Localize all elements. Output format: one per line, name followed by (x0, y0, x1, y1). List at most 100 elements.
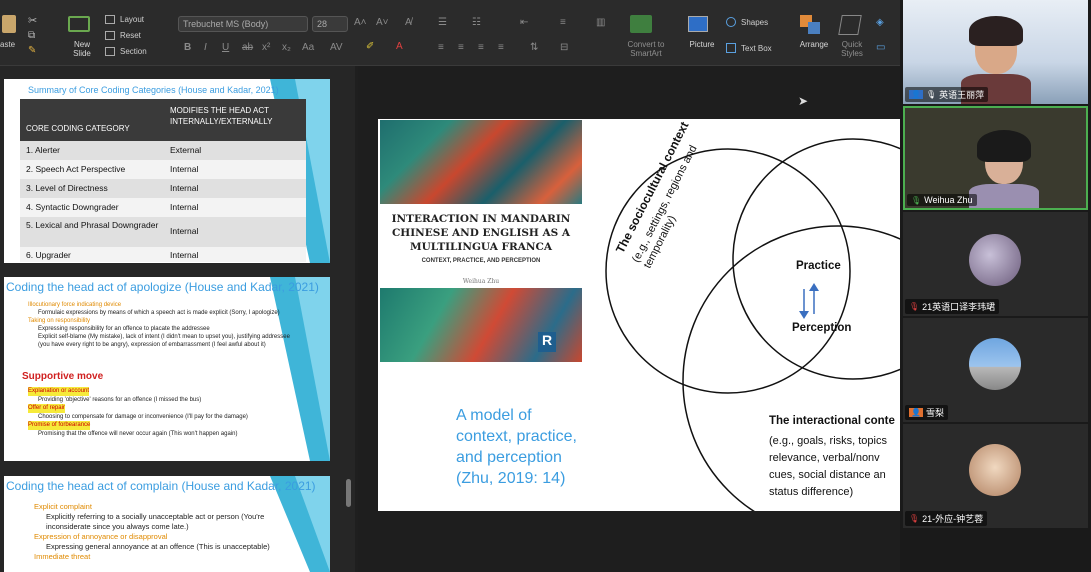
thumb3-body: Explicit complaint Explicitly referring … (34, 502, 284, 562)
participant-name-bar: 🎙 Weihua Zhu (907, 194, 977, 206)
smartart-icon[interactable] (630, 15, 652, 33)
subscript-icon[interactable]: x₂ (282, 42, 291, 53)
line-spacing-icon[interactable]: ≡ (560, 17, 566, 28)
superscript-icon[interactable]: x² (262, 42, 270, 53)
bullet-heading: Immediate threat (34, 552, 91, 561)
justify-icon[interactable]: ≡ (498, 42, 504, 53)
cut-icon[interactable]: ✂ (28, 14, 37, 27)
highlight-icon[interactable]: ✐ (366, 41, 374, 52)
thumb2-body-2: Explanation or account Providing 'object… (28, 387, 268, 438)
mic-muted-icon: 🎙 (909, 514, 920, 523)
clear-format-icon[interactable]: A̸ (405, 17, 412, 28)
participant-name: Weihua Zhu (924, 195, 973, 205)
table-cell: Internal (170, 183, 199, 193)
slide-thumbnail-2[interactable]: Coding the head act of apologize (House … (4, 277, 330, 461)
table-row: 5. Lexical and Phrasal Downgrader Intern… (20, 217, 306, 247)
interactional-title: The interactional conte (769, 415, 895, 427)
grow-font-icon[interactable]: A˄ (354, 17, 367, 28)
bullet-text: Choosing to compensate for damage or inc… (38, 413, 248, 420)
paste-icon[interactable] (2, 15, 16, 33)
participant-video-hair (977, 130, 1031, 162)
shrink-font-icon[interactable]: A˅ (376, 17, 389, 28)
convert-smartart-button[interactable]: Convert to SmartArt (620, 40, 672, 58)
format-painter-icon[interactable]: ✎ (28, 45, 36, 56)
columns-icon[interactable]: ▥ (596, 17, 605, 28)
font-size-select[interactable]: 28 (312, 16, 348, 32)
picture-button[interactable]: Picture (684, 40, 720, 49)
table-row: 4. Syntactic Downgrader Internal (20, 198, 306, 217)
shapes-icon (726, 17, 736, 27)
strikethrough-icon[interactable]: ab (242, 42, 253, 53)
arrange-button[interactable]: Arrange (796, 40, 832, 49)
bullets-icon[interactable]: ☰ (438, 17, 447, 28)
table-cell: Internal (170, 164, 199, 174)
new-slide-button[interactable]: New Slide (66, 40, 98, 58)
book-subtitle: CONTEXT, PRACTICE, AND PERCEPTION (421, 258, 541, 264)
align-center-icon[interactable]: ≡ (458, 42, 464, 53)
italic-icon[interactable]: I (204, 42, 207, 53)
participant-tile-5[interactable]: 🎙 21-外应-钟艺蓉 (903, 424, 1088, 528)
text-direction-icon[interactable]: ⇅ (530, 42, 538, 53)
publisher-logo: R (538, 332, 556, 352)
paste-label[interactable]: aste (0, 40, 15, 49)
case-icon[interactable]: Aa (302, 42, 314, 53)
participant-video-body (969, 184, 1039, 208)
participant-tile-4[interactable]: 👤 雪梨 (903, 318, 1088, 422)
quick-styles-icon[interactable] (838, 15, 862, 35)
new-slide-icon[interactable] (68, 16, 90, 32)
section-icon (105, 47, 115, 56)
participant-tile-3[interactable]: 🎙 21英语口译李玮珺 (903, 212, 1088, 316)
table-cell: 2. Speech Act Perspective (26, 164, 126, 174)
text-box-button[interactable]: Text Box (741, 44, 772, 53)
slide-editor[interactable]: ➤ INTERACTION IN MANDARIN CHINESE AND EN… (358, 66, 900, 572)
participant-tile-1[interactable]: 👤 🎙 英语王丽萍 (903, 0, 1088, 104)
bullet-heading: Explicit complaint (34, 502, 92, 511)
bullet-text: Explicitly referring to a socially unacc… (46, 512, 265, 531)
outer-context-circle (732, 138, 900, 380)
copy-icon[interactable]: ⧉ (28, 30, 35, 41)
participant-avatar (969, 338, 1021, 390)
video-participants-panel: 👤 🎙 英语王丽萍 🎙 Weihua Zhu 🎙 21英语口译李玮珺 👤 雪梨 … (900, 0, 1091, 572)
table-row: 2. Speech Act Perspective Internal (20, 160, 306, 179)
reset-button[interactable]: Reset (120, 31, 141, 40)
slide-thumbnail-3[interactable]: Coding the head act of complain (House a… (4, 476, 330, 572)
spacing-icon[interactable]: AV (330, 42, 343, 53)
indent-icon[interactable]: ⇤ (520, 17, 528, 28)
section-button[interactable]: Section (120, 47, 147, 56)
bullet-text: Expressing general annoyance at an offen… (46, 542, 270, 551)
book-cover-image: INTERACTION IN MANDARIN CHINESE AND ENGL… (380, 120, 582, 362)
quick-styles-button[interactable]: Quick Styles (834, 40, 870, 58)
current-slide[interactable]: INTERACTION IN MANDARIN CHINESE AND ENGL… (378, 119, 900, 511)
participant-tile-2-active-speaker[interactable]: 🎙 Weihua Zhu (903, 106, 1088, 210)
bullet-heading: Offer of repair (28, 404, 65, 413)
book-author: Weihua Zhu (462, 278, 500, 285)
slide-thumbnail-1[interactable]: Summary of Core Coding Categories (House… (4, 79, 330, 263)
shapes-button[interactable]: Shapes (741, 18, 768, 27)
align-right-icon[interactable]: ≡ (478, 42, 484, 53)
bullet-heading: Explanation or account (28, 387, 90, 396)
thumb2-title: Coding the head act of apologize (House … (6, 280, 319, 294)
mic-icon: 🎙 (925, 90, 937, 99)
align-text-icon[interactable]: ⊟ (560, 42, 568, 53)
thumbnail-scrollbar[interactable] (346, 479, 351, 507)
cover-art-top (380, 120, 582, 204)
column-header-modifies: MODIFIES THE HEAD ACT INTERNALLY/EXTERNA… (170, 106, 273, 126)
align-left-icon[interactable]: ≡ (438, 42, 444, 53)
bold-icon[interactable]: B (184, 42, 191, 53)
bullet-text: Expressing responsibility for an offence… (38, 326, 210, 332)
thumb2-body: Illocutionary force indicating device Fo… (28, 301, 290, 349)
font-name-select[interactable]: Trebuchet MS (Body) (178, 16, 308, 32)
slide-caption: A model of context, practice, and percep… (456, 407, 577, 487)
participant-name-bar: 🎙 21英语口译李玮珺 (905, 299, 1000, 314)
picture-icon[interactable] (688, 16, 708, 32)
practice-label: Practice (796, 260, 841, 272)
underline-icon[interactable]: U (222, 42, 229, 53)
numbering-icon[interactable]: ☷ (472, 17, 481, 28)
font-color-icon[interactable]: A (396, 41, 403, 52)
bullet-heading: Illocutionary force indicating device (28, 302, 122, 308)
slide-thumbnails-panel[interactable]: Summary of Core Coding Categories (House… (0, 66, 355, 572)
shape-fill-icon[interactable]: ◈ (876, 17, 884, 28)
shape-outline-icon[interactable]: ▭ (876, 42, 885, 53)
participant-name: 21英语口译李玮珺 (922, 302, 996, 312)
layout-button[interactable]: Layout (120, 15, 144, 24)
